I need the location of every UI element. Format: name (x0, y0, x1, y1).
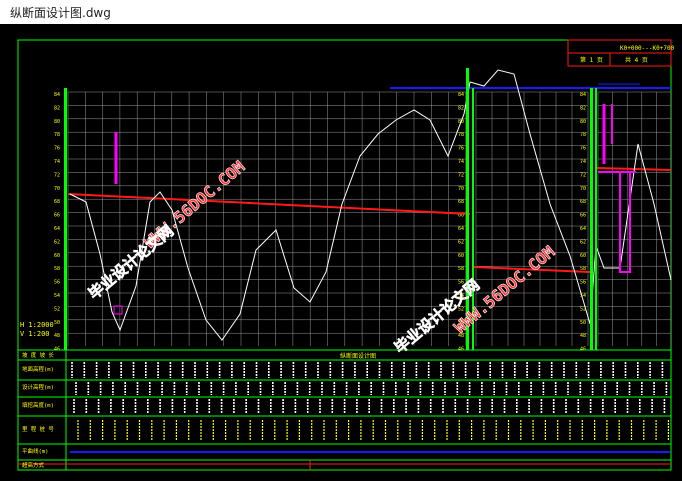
green-axis-bar-4 (590, 88, 593, 350)
y-tick-label: 68 (580, 199, 586, 205)
table-header: 纵断面设计图 (340, 352, 376, 360)
y-tick-label: 80 (54, 119, 60, 125)
profile-grid-right (597, 91, 672, 346)
y-tick-label: 48 (54, 333, 60, 339)
y-tick-label: 50 (54, 320, 60, 326)
y-tick-label: 74 (54, 159, 60, 165)
y-tick-label: 58 (54, 266, 60, 272)
y-tick-label: 68 (458, 199, 464, 205)
row-label: 设计高程(m) (22, 383, 54, 391)
y-tick-label: 54 (54, 293, 60, 299)
y-tick-label: 78 (54, 132, 60, 138)
design-grade-line-1 (67, 193, 471, 215)
y-tick-label: 82 (54, 105, 60, 111)
y-tick-label: 72 (580, 172, 586, 178)
y-tick-label: 84 (580, 92, 586, 98)
table-row-labels: 坡 度 坡 长地面高程(m) 设计高程(m) 填挖高度(m) 里 程 桩 号平曲线(m… (22, 351, 54, 469)
green-axis-bar-5 (595, 88, 597, 350)
y-tick-label: 82 (458, 105, 464, 111)
y-tick-label: 62 (580, 239, 586, 245)
y-tick-label: 70 (580, 186, 586, 192)
y-tick-label: 60 (54, 253, 60, 259)
profile-drawing: K0+000---K0+700 第 1 页 共 4 页 84 84 84 82 82 82… (17, 39, 675, 471)
titleblock-sheet: 第 1 页 (580, 56, 603, 64)
row-label: 坡 度 坡 长 (22, 351, 54, 359)
row-label: 地面高程(m) (22, 365, 54, 373)
scale-horizontal: H 1:2000 (20, 321, 54, 329)
y-tick-label: 62 (458, 239, 464, 245)
scale-vertical: V 1:200 (20, 330, 50, 338)
table-cells (71, 362, 670, 440)
profile-grid-left: 84 84 8482 82 8280 80 8078 78 7876 76 7674 74 7472 72… (54, 91, 586, 353)
y-tick-label: 76 (580, 146, 586, 152)
drawing-canvas[interactable]: K0+000---K0+700 第 1 页 共 4 页 84 84 84 82 82 82… (0, 24, 682, 481)
window-title: 纵断面设计图.dwg (10, 6, 111, 20)
y-tick-label: 74 (458, 159, 464, 165)
y-tick-label: 66 (54, 213, 60, 219)
row-label: 平曲线(m) (22, 447, 48, 455)
green-axis-bar-1 (64, 88, 67, 350)
y-tick-label: 72 (458, 172, 464, 178)
watermark-text-1: 毕业设计论文网 (85, 222, 177, 303)
y-tick-label: 50 (580, 320, 586, 326)
y-tick-label: 78 (458, 132, 464, 138)
title-block: K0+000---K0+700 第 1 页 共 4 页 (567, 39, 675, 67)
y-tick-label: 78 (580, 132, 586, 138)
y-tick-label: 84 (458, 92, 464, 98)
row-label: 填挖高度(m) (22, 401, 54, 409)
y-tick-label: 68 (54, 199, 60, 205)
y-tick-label: 56 (54, 280, 60, 286)
y-tick-label: 84 (54, 92, 60, 98)
y-tick-label: 64 (54, 226, 60, 232)
y-tick-label: 82 (580, 105, 586, 111)
y-tick-label: 66 (580, 213, 586, 219)
title-bar: 纵断面设计图.dwg (0, 0, 682, 24)
y-tick-label: 80 (580, 119, 586, 125)
y-tick-label: 74 (580, 159, 586, 165)
y-tick-label: 64 (458, 226, 464, 232)
y-tick-label: 60 (458, 253, 464, 259)
y-tick-label: 70 (458, 186, 464, 192)
titleblock-range: K0+000---K0+700 (620, 45, 675, 52)
y-tick-label: 48 (580, 333, 586, 339)
y-tick-label: 62 (54, 239, 60, 245)
y-tick-label: 72 (54, 172, 60, 178)
y-tick-label: 60 (580, 253, 586, 259)
y-tick-label: 56 (580, 280, 586, 286)
y-tick-label: 58 (458, 266, 464, 272)
y-tick-label: 70 (54, 186, 60, 192)
cad-app-window: 纵断面设计图.dwg K0+000---K0+700 第 1 页 共 4 页 8… (0, 0, 682, 481)
y-tick-label: 76 (54, 146, 60, 152)
y-tick-label: 76 (458, 146, 464, 152)
y-tick-label: 64 (580, 226, 586, 232)
titleblock-total: 共 4 页 (625, 56, 648, 64)
watermarks: WWW.56DOC.COM 毕业设计论文网 WWW.56DOC.COM 毕业设计… (85, 157, 559, 358)
row-label: 超高方式 (22, 461, 45, 469)
row-label: 里 程 桩 号 (22, 425, 54, 433)
y-tick-label: 52 (54, 306, 60, 312)
